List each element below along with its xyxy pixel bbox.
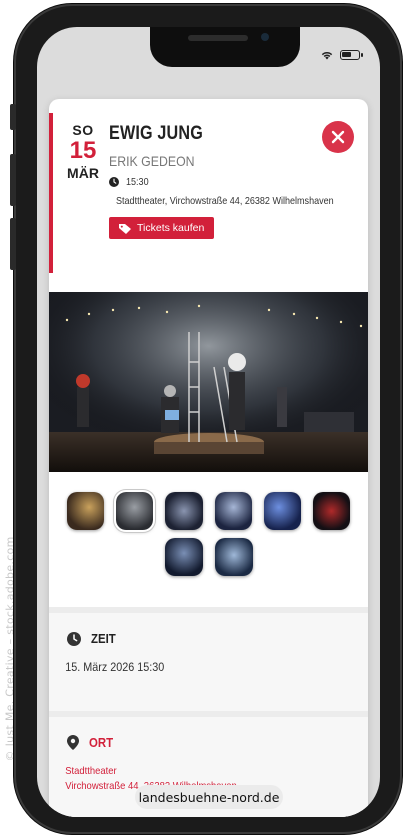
event-date: SO 15 MÄR (65, 123, 101, 180)
zeit-section: ZEIT 15. März 2026 15:30 (49, 607, 368, 711)
ticket-tag-icon (119, 223, 131, 234)
clock-icon (67, 631, 81, 646)
front-camera (261, 33, 269, 41)
battery-icon (340, 49, 363, 60)
buy-tickets-button[interactable]: Tickets kaufen (109, 217, 215, 239)
close-button[interactable] (322, 121, 354, 153)
zeit-value: 15. März 2026 15:30 (65, 660, 165, 674)
event-hero-image[interactable] (49, 292, 368, 472)
close-icon (331, 130, 345, 144)
event-detail-card: SO 15 MÄR EWIG JUNG ERIK GEDEON 15:30 St… (49, 99, 368, 817)
speaker-grille (188, 35, 248, 41)
volume-down-button (10, 218, 16, 270)
date-day-of-week: SO (72, 122, 94, 138)
stage-photo (49, 292, 368, 472)
gallery-thumbnail[interactable] (263, 492, 301, 530)
gallery-thumbnail[interactable] (164, 538, 203, 576)
event-title: EWIG JUNG (109, 123, 203, 144)
gallery-thumbnail[interactable] (214, 538, 253, 576)
event-time-line: 15:30 (109, 176, 358, 188)
wifi-icon (321, 51, 333, 60)
gallery-thumbnail[interactable] (214, 492, 252, 530)
event-author: ERIK GEDEON (109, 153, 195, 169)
zeit-label: ZEIT (91, 631, 116, 646)
accent-bar (49, 113, 53, 273)
gallery-thumbnail[interactable] (165, 492, 203, 530)
event-location: Stadttheater, Virchowstraße 44, 26382 Wi… (116, 195, 334, 207)
phone-screen: SO 15 MÄR EWIG JUNG ERIK GEDEON 15:30 St… (37, 27, 380, 817)
gallery-thumbnails (66, 490, 351, 584)
notch (150, 27, 300, 67)
event-time: 15:30 (126, 176, 149, 188)
gallery-thumbnail[interactable] (66, 492, 105, 530)
gallery-thumbnail[interactable] (312, 492, 351, 530)
ort-label: ORT (89, 735, 114, 750)
event-info: EWIG JUNG ERIK GEDEON 15:30 Stadttheater… (109, 123, 358, 239)
buy-tickets-label: Tickets kaufen (137, 222, 205, 234)
gallery-thumbnail[interactable] (114, 490, 156, 532)
volume-up-button (10, 154, 16, 206)
date-day: 15 (69, 137, 97, 164)
status-bar (320, 49, 363, 60)
date-month: MÄR (67, 165, 99, 181)
ort-venue: Stadttheater (65, 765, 117, 777)
url-bar[interactable]: landesbuehne-nord.de (135, 785, 283, 809)
event-location-line: Stadttheater, Virchowstraße 44, 26382 Wi… (109, 195, 358, 207)
event-header: SO 15 MÄR EWIG JUNG ERIK GEDEON 15:30 St… (49, 99, 368, 273)
mute-switch (10, 104, 16, 130)
clock-icon (109, 177, 119, 187)
map-pin-icon (67, 735, 79, 750)
